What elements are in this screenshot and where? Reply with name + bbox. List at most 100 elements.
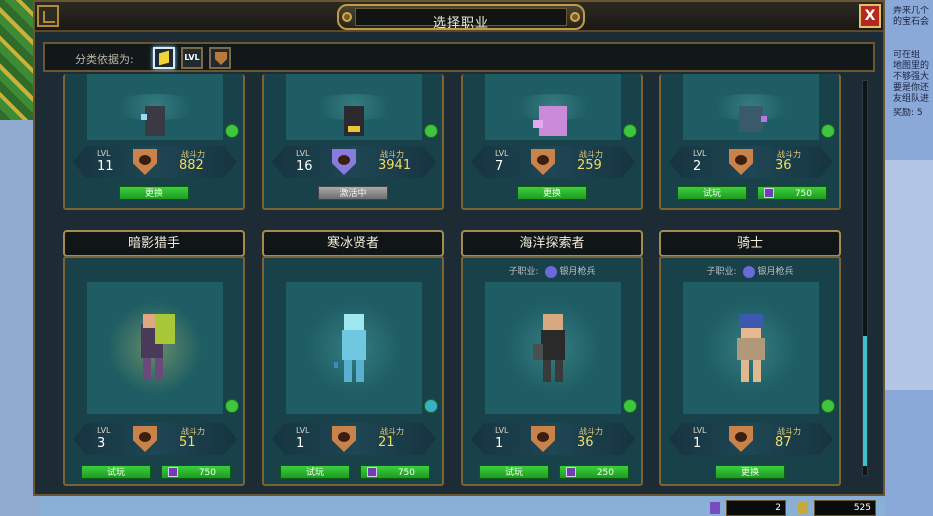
card-stats: LVL 1 战斗力 36 xyxy=(471,423,635,455)
class-name: 骑士 xyxy=(659,230,841,257)
unlocked-check-icon xyxy=(225,399,239,413)
class-portrait xyxy=(683,282,819,414)
class-name: 寒冰贤者 xyxy=(262,230,444,257)
active-class-button[interactable]: 激活中 xyxy=(318,186,388,200)
cost-value: 750 xyxy=(198,468,216,478)
power-value: 36 xyxy=(775,158,792,173)
level-label: LVL xyxy=(495,149,509,158)
cubit-icon xyxy=(566,467,576,477)
side-text-line: 可在组 xyxy=(893,50,921,60)
cost-value: 250 xyxy=(596,468,614,478)
currency-bar: 2 525 xyxy=(700,498,880,516)
card-body: LVL 3 战斗力 51 试玩 750 xyxy=(63,256,245,486)
unlock-cost-button[interactable]: 750 xyxy=(360,465,430,479)
card-stats: LVL 1 战斗力 87 xyxy=(669,423,833,455)
unlocked-check-icon xyxy=(821,124,835,138)
unlocked-check-icon xyxy=(623,124,637,138)
unlock-cost-button[interactable]: 250 xyxy=(559,465,629,479)
subclass-icon xyxy=(544,265,557,278)
class-portrait xyxy=(87,282,223,414)
power-value: 3941 xyxy=(378,158,412,173)
filter-level-button[interactable]: LVL xyxy=(181,47,203,69)
unlocked-check-icon xyxy=(623,399,637,413)
level-value: 16 xyxy=(296,159,313,174)
cubits-amount: 2 xyxy=(726,500,786,516)
unlocked-check-icon xyxy=(821,399,835,413)
world-block-right xyxy=(885,160,933,390)
filter-cube-button[interactable] xyxy=(153,47,175,69)
subclass-name: 银月枪兵 xyxy=(757,267,794,277)
unlocked-check-icon xyxy=(225,124,239,138)
level-value: 3 xyxy=(97,436,106,451)
power-value: 882 xyxy=(179,158,204,173)
subclass-label: 子职业: xyxy=(508,267,539,277)
rank-shield-icon xyxy=(133,426,157,452)
side-reward-text: 奖励: 5 xyxy=(893,108,933,119)
class-name: 暗影猎手 xyxy=(63,230,245,257)
trial-button[interactable]: 试玩 xyxy=(280,465,350,479)
minimize-icon[interactable] xyxy=(37,5,59,27)
power-value: 259 xyxy=(577,158,602,173)
subclass-name: 银月枪兵 xyxy=(559,267,596,277)
card-body: 子职业: 银月枪兵 LVL 1 战斗力 36 试玩 250 xyxy=(461,256,643,486)
level-label: LVL xyxy=(296,426,310,435)
level-value: 1 xyxy=(495,436,504,451)
trial-button[interactable]: 试玩 xyxy=(479,465,549,479)
card-stats: LVL 11 战斗力 882 xyxy=(73,146,237,178)
level-label: LVL xyxy=(495,426,509,435)
side-text-line: 不够强大 xyxy=(893,72,930,82)
rank-shield-icon xyxy=(729,426,753,452)
change-class-button[interactable]: 更换 xyxy=(119,186,189,200)
class-grid: LVL 11 战斗力 882 更换 LVL 16 战斗力 3941 激活中 LV… xyxy=(55,74,855,492)
trial-button[interactable]: 试玩 xyxy=(677,186,747,200)
class-portrait xyxy=(683,74,819,140)
power-value: 87 xyxy=(775,435,792,450)
character-figure-icon xyxy=(141,314,175,380)
card-stats: LVL 7 战斗力 259 xyxy=(471,146,635,178)
card-stats: LVL 3 战斗力 51 xyxy=(73,423,237,455)
rank-shield-icon xyxy=(332,426,356,452)
card-body: LVL 1 战斗力 21 试玩 750 xyxy=(262,256,444,486)
window-title-bar: 选择职业 X xyxy=(35,2,883,32)
level-value: 7 xyxy=(495,159,504,174)
side-text-line: 弄来几个 xyxy=(893,6,930,16)
level-label: LVL xyxy=(693,149,707,158)
class-portrait xyxy=(87,74,223,140)
level-value: 11 xyxy=(97,159,114,174)
subclass-row: 子职业: 银月枪兵 xyxy=(463,264,641,278)
unlocked-check-icon xyxy=(424,124,438,138)
side-text-line: 友组队进 xyxy=(893,94,930,104)
character-figure-icon xyxy=(533,314,565,382)
close-button[interactable]: X xyxy=(859,4,881,28)
level-value: 1 xyxy=(693,436,702,451)
scrollbar[interactable] xyxy=(862,80,868,476)
class-select-window: 选择职业 X 分类依据为: LVL LVL 11 战斗力 882 更换 LVL … xyxy=(33,0,885,496)
power-value: 21 xyxy=(378,435,395,450)
subclass-icon xyxy=(742,265,755,278)
class-portrait xyxy=(485,74,621,140)
rank-shield-icon xyxy=(729,149,753,175)
title-plate: 选择职业 xyxy=(337,4,585,31)
filter-rank-button[interactable] xyxy=(209,47,231,69)
scrollbar-thumb[interactable] xyxy=(863,336,867,466)
cursor-icon xyxy=(424,399,438,413)
cubit-icon xyxy=(168,467,178,477)
change-class-button[interactable]: 更换 xyxy=(715,465,785,479)
rank-shield-icon xyxy=(531,426,555,452)
unlock-cost-button[interactable]: 750 xyxy=(161,465,231,479)
level-label: LVL xyxy=(97,149,111,158)
side-text-line: 要是你还 xyxy=(893,83,930,93)
unlock-cost-button[interactable]: 750 xyxy=(757,186,827,200)
level-value: 1 xyxy=(296,436,305,451)
side-text-line: 地图里的 xyxy=(893,61,930,71)
class-portrait xyxy=(286,282,422,414)
class-name: 海洋探索者 xyxy=(461,230,643,257)
change-class-button[interactable]: 更换 xyxy=(517,186,587,200)
level-label: LVL xyxy=(296,149,310,158)
card-stats: LVL 1 战斗力 21 xyxy=(272,423,436,455)
filter-bar: 分类依据为: LVL xyxy=(43,42,875,72)
card-body: LVL 7 战斗力 259 更换 xyxy=(461,74,643,210)
cubit-icon xyxy=(764,188,774,198)
cube-icon xyxy=(159,50,169,66)
trial-button[interactable]: 试玩 xyxy=(81,465,151,479)
